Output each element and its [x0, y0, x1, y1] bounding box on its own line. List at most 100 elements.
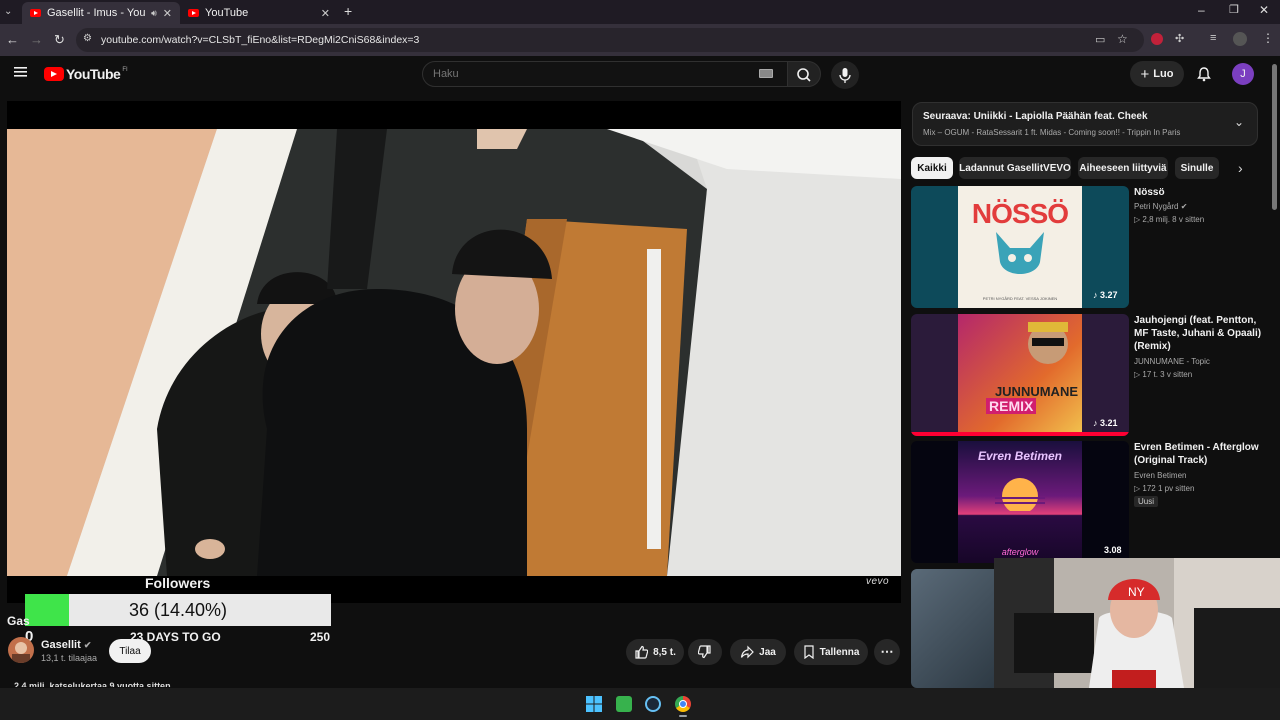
recommendation-title[interactable]: Nössö — [1134, 186, 1264, 199]
save-button[interactable]: Tallenna — [794, 639, 868, 665]
video-frame-image — [7, 129, 901, 576]
notifications-bell-icon[interactable] — [1196, 66, 1212, 82]
album-art-text: JUNNUMANE — [994, 384, 1078, 399]
profile-icon[interactable] — [1233, 32, 1247, 46]
install-icon[interactable]: ▭ — [1095, 33, 1105, 46]
account-avatar[interactable]: J — [1232, 63, 1254, 85]
recommendation-meta: ▷ 2,8 milj. 8 v sitten — [1134, 215, 1205, 224]
recommendation-title[interactable]: Evren Betimen - Afterglow (Original Trac… — [1134, 441, 1264, 467]
recommendation-channel[interactable]: JUNNUMANE - Topic — [1134, 355, 1210, 368]
recommendation-channel[interactable]: Evren Betimen — [1134, 469, 1186, 482]
share-label: Jaa — [759, 646, 776, 658]
tab-youtube[interactable]: YouTube ✕ — [180, 2, 338, 24]
site-info-icon[interactable]: ⚙ — [83, 33, 92, 44]
create-button[interactable]: + Luo — [1130, 61, 1184, 87]
tab-close-icon[interactable]: ✕ — [163, 7, 172, 20]
bookmark-icon — [803, 645, 814, 659]
media-control-icon[interactable]: ≡ — [1210, 32, 1216, 44]
play-icon: ▷ — [1134, 370, 1141, 379]
like-button[interactable]: 8,5 t. — [626, 639, 684, 665]
share-button[interactable]: Jaa — [730, 639, 786, 665]
bookmark-star-icon[interactable]: ☆ — [1117, 32, 1128, 46]
followers-goal-max: 250 — [310, 630, 331, 644]
close-window-button[interactable]: ✕ — [1259, 3, 1269, 17]
album-art-caption: afterglow — [1001, 547, 1039, 557]
tab-title: Gasellit - Imus - YouTube — [47, 7, 146, 19]
thumbs-up-icon — [635, 645, 649, 659]
search-input[interactable] — [422, 61, 788, 87]
followers-goal-count: 36 (14.40%) — [128, 600, 228, 620]
webcam-image: NY — [994, 558, 1280, 688]
app-icon[interactable] — [616, 696, 632, 712]
tab-close-icon[interactable]: ✕ — [321, 7, 330, 20]
video-frame[interactable] — [7, 129, 901, 576]
recommendation-channel[interactable]: Petri Nygård ✔ — [1134, 200, 1187, 213]
channel-name[interactable]: Gasellit ✔ — [41, 639, 91, 651]
more-actions-button[interactable]: ⋯ — [874, 639, 900, 665]
verified-icon: ✔ — [83, 640, 92, 650]
recommendation-thumbnail[interactable] — [911, 569, 1001, 688]
back-icon[interactable]: ← — [6, 32, 19, 47]
youtube-favicon-icon — [188, 9, 199, 17]
subscribe-button[interactable]: Tilaa — [109, 639, 151, 663]
youtube-logo-text: YouTube — [66, 66, 121, 82]
album-art: NÖSSÖ PETRI NYGÅRD FEAT. VESSA JOKINEN — [958, 186, 1082, 308]
channel-name-text[interactable]: Gasellit — [41, 639, 81, 651]
hamburger-menu-icon[interactable] — [14, 66, 27, 78]
youtube-logo-icon — [44, 67, 64, 81]
voice-search-button[interactable] — [831, 61, 859, 89]
search-button[interactable] — [787, 61, 821, 87]
browser-menu-icon[interactable]: ⋮ — [1262, 31, 1274, 45]
svg-text:NY: NY — [1128, 585, 1145, 599]
youtube-logo[interactable]: YouTube FI — [44, 66, 128, 82]
vevo-watermark: vevo — [866, 576, 890, 587]
chip-uploader[interactable]: Ladannut GasellitVEVO — [959, 157, 1071, 179]
puzzle-extensions-icon[interactable]: ✣ — [1175, 32, 1184, 45]
steam-icon[interactable] — [645, 696, 661, 712]
channel-avatar[interactable] — [8, 637, 34, 663]
duration-badge: ♪ 3.21 — [1093, 418, 1118, 428]
tab-search-icon[interactable]: ⌄ — [4, 6, 12, 17]
recommendation-thumbnail[interactable]: Evren Betimen afterglow 3.08 — [911, 441, 1129, 563]
url-text[interactable]: youtube.com/watch?v=CLSbT_fiEno&list=RDe… — [101, 34, 419, 46]
thumbs-down-icon — [698, 645, 711, 659]
recommendation-thumbnail[interactable]: NÖSSÖ PETRI NYGÅRD FEAT. VESSA JOKINEN ♪… — [911, 186, 1129, 308]
windows-start-icon[interactable] — [586, 696, 602, 712]
new-badge: Uusi — [1134, 496, 1159, 507]
extension-icon[interactable] — [1151, 33, 1163, 45]
reload-icon[interactable]: ↻ — [54, 32, 65, 48]
subscriber-count: 13,1 t. tilaajaa — [41, 653, 98, 663]
webcam-overlay: NY — [994, 558, 1280, 688]
chip-scroll-right-icon[interactable]: › — [1238, 160, 1243, 176]
album-art: Evren Betimen afterglow — [958, 441, 1082, 563]
new-tab-button[interactable]: + — [344, 3, 352, 19]
microphone-icon — [839, 68, 851, 83]
recommendation-meta: ▷ 17 t. 3 v sitten — [1134, 370, 1193, 379]
plus-icon: + — [1140, 65, 1150, 83]
recommendation-thumbnail[interactable]: JUNNUMANE REMIX ♪ 3.21 — [911, 314, 1129, 436]
page-scrollbar[interactable] — [1272, 64, 1277, 210]
dislike-button[interactable] — [688, 639, 722, 665]
chip-related[interactable]: Aiheeseen liittyviä — [1078, 157, 1168, 179]
recommendation-meta: ▷ 172 1 pv sitten — [1134, 484, 1195, 493]
minimize-button[interactable]: – — [1198, 3, 1205, 17]
create-label: Luo — [1153, 68, 1174, 80]
chip-for-you[interactable]: Sinulle — [1175, 157, 1219, 179]
chip-all[interactable]: Kaikki — [911, 157, 953, 179]
maximize-button[interactable]: ❐ — [1229, 3, 1239, 16]
youtube-favicon-icon — [30, 9, 41, 17]
playlist-queue-panel[interactable] — [912, 102, 1258, 146]
watch-progress-bar — [911, 432, 1129, 436]
chrome-icon[interactable] — [675, 696, 691, 712]
duration-badge: ♪ 3.27 — [1093, 290, 1118, 300]
recommendation-title[interactable]: Jauhojengi (feat. Pentton, MF Taste, Juh… — [1134, 314, 1264, 353]
forward-icon[interactable]: → — [30, 32, 43, 47]
keyboard-icon[interactable] — [759, 69, 773, 78]
music-note-icon: ♪ — [1093, 418, 1098, 428]
queue-next-title[interactable]: Seuraava: Uniikki - Lapiolla Päähän feat… — [923, 111, 1148, 122]
save-label: Tallenna — [819, 646, 860, 658]
like-count: 8,5 t. — [653, 646, 676, 658]
chevron-down-icon[interactable]: ⌄ — [1234, 115, 1244, 129]
tab-gasellit[interactable]: Gasellit - Imus - YouTube 🔊︎ ✕ — [22, 2, 180, 24]
speaker-icon[interactable]: 🔊︎ — [151, 8, 157, 19]
